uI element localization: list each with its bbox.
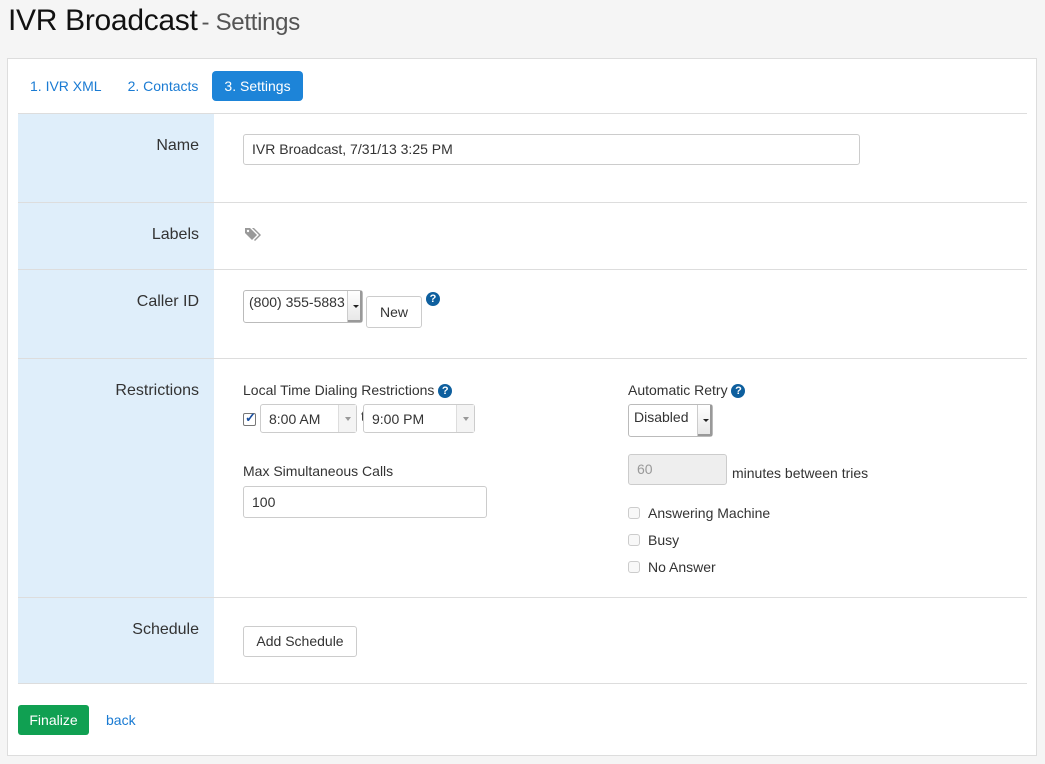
- wizard-tabs: 1. IVR XML 2. Contacts 3. Settings: [18, 71, 305, 101]
- help-icon[interactable]: ?: [731, 384, 746, 398]
- caller-id-select[interactable]: (800) 355-5883: [243, 290, 363, 323]
- automatic-retry-select[interactable]: Disabled: [628, 404, 713, 437]
- help-icon[interactable]: ?: [426, 292, 440, 306]
- page-title-main: IVR Broadcast: [8, 4, 198, 37]
- busy-option[interactable]: Busy: [628, 532, 679, 548]
- minutes-between-tries-label: minutes between tries: [732, 465, 869, 481]
- max-calls-label: Max Simultaneous Calls: [243, 463, 394, 479]
- busy-checkbox[interactable]: [628, 534, 640, 546]
- restrictions-label: Restrictions: [115, 382, 199, 399]
- name-row: Name IVR Broadcast, 7/31/13 3:25 PM: [18, 114, 1027, 203]
- local-time-label: Local Time Dialing Restrictions ?: [243, 382, 453, 398]
- local-time-checkbox[interactable]: [243, 410, 256, 426]
- answering-machine-checkbox[interactable]: [628, 507, 640, 519]
- schedule-row: Schedule Add Schedule: [18, 598, 1027, 684]
- page-title: IVR Broadcast - Settings: [8, 4, 300, 38]
- minutes-between-tries-input[interactable]: 60: [628, 454, 727, 485]
- chevron-down-icon: [697, 405, 712, 436]
- labels-label: Labels: [151, 226, 199, 243]
- tab-ivr-xml[interactable]: 1. IVR XML: [18, 71, 114, 101]
- restrictions-row: Restrictions Local Time Dialing Restrict…: [18, 359, 1027, 598]
- labels-row: Labels: [18, 203, 1027, 270]
- page-subtitle: - Settings: [201, 9, 301, 36]
- name-input[interactable]: IVR Broadcast, 7/31/13 3:25 PM: [243, 134, 860, 165]
- tag-icon[interactable]: [244, 226, 264, 245]
- no-answer-checkbox[interactable]: [628, 561, 640, 573]
- max-calls-input[interactable]: 100: [243, 486, 487, 518]
- automatic-retry-label: Automatic Retry ?: [628, 382, 746, 398]
- end-time-select[interactable]: 9:00 PM: [363, 404, 475, 433]
- chevron-down-icon: [456, 405, 474, 432]
- help-icon[interactable]: ?: [438, 384, 453, 398]
- caller-id-value: (800) 355-5883: [249, 294, 345, 310]
- caller-id-label: Caller ID: [136, 293, 199, 310]
- tab-settings[interactable]: 3. Settings: [212, 71, 303, 101]
- new-caller-id-button[interactable]: New: [366, 296, 422, 328]
- tab-contacts[interactable]: 2. Contacts: [116, 71, 211, 101]
- chevron-down-icon: [347, 291, 362, 322]
- settings-panel: 1. IVR XML 2. Contacts 3. Settings Name …: [7, 58, 1037, 756]
- start-time-select[interactable]: 8:00 AM: [260, 404, 357, 433]
- chevron-down-icon: [338, 405, 356, 432]
- finalize-button[interactable]: Finalize: [18, 705, 89, 735]
- caller-id-row: Caller ID (800) 355-5883 New ?: [18, 270, 1027, 359]
- back-link[interactable]: back: [106, 712, 136, 728]
- schedule-label: Schedule: [132, 621, 199, 638]
- settings-form: Name IVR Broadcast, 7/31/13 3:25 PM Labe…: [18, 113, 1027, 684]
- add-schedule-button[interactable]: Add Schedule: [243, 626, 357, 657]
- no-answer-option[interactable]: No Answer: [628, 559, 716, 575]
- name-label: Name: [156, 137, 199, 154]
- answering-machine-option[interactable]: Answering Machine: [628, 505, 770, 521]
